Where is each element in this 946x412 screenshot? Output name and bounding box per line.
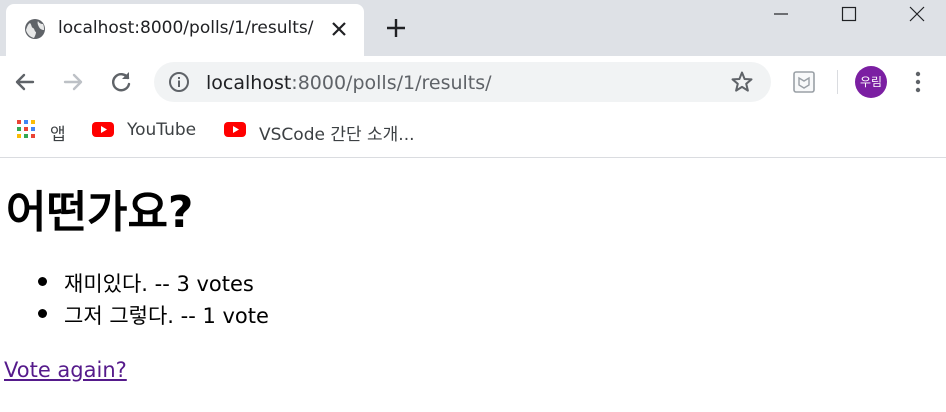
toolbar-divider bbox=[837, 70, 838, 94]
bookmark-star-icon[interactable] bbox=[730, 70, 754, 94]
site-info-icon[interactable] bbox=[168, 71, 190, 93]
browser-toolbar: localhost:8000/polls/1/results/ 우림 bbox=[0, 56, 946, 108]
bookmarks-bar: 앱 YouTube VSCode 간단 소개... bbox=[0, 108, 946, 158]
address-bar[interactable]: localhost:8000/polls/1/results/ bbox=[154, 62, 771, 102]
reload-icon[interactable] bbox=[108, 69, 134, 95]
youtube-icon bbox=[224, 119, 246, 143]
url-host: localhost bbox=[206, 72, 292, 94]
new-tab-plus-icon[interactable] bbox=[384, 16, 408, 40]
page-title: 어떤가요? bbox=[6, 187, 194, 238]
bookmark-label: YouTube bbox=[127, 120, 197, 140]
tab-strip: localhost:8000/polls/1/results/ bbox=[0, 0, 946, 56]
result-text: 재미있다. -- 3 votes bbox=[64, 272, 254, 296]
active-tab[interactable]: localhost:8000/polls/1/results/ bbox=[6, 4, 364, 56]
tab-title: localhost:8000/polls/1/results/ bbox=[58, 18, 314, 38]
result-text: 그저 그렇다. -- 1 vote bbox=[64, 304, 269, 328]
vote-again-link[interactable]: Vote again? bbox=[4, 358, 127, 382]
extension-icon[interactable] bbox=[792, 70, 816, 94]
bookmark-label: 앱 bbox=[50, 125, 66, 145]
bookmark-vscode-intro[interactable]: VSCode 간단 소개... bbox=[224, 118, 434, 145]
url-path: :8000/polls/1/results/ bbox=[291, 72, 492, 94]
window-close-button[interactable] bbox=[894, 0, 940, 30]
forward-arrow-icon[interactable] bbox=[60, 69, 86, 95]
apps-grid-icon bbox=[16, 119, 36, 143]
window-minimize-button[interactable] bbox=[758, 0, 804, 30]
page-content: 어떤가요? 재미있다. -- 3 votes 그저 그렇다. -- 1 vote… bbox=[0, 158, 946, 412]
youtube-icon bbox=[92, 119, 114, 143]
browser-window: localhost:8000/polls/1/results/ localhos… bbox=[0, 0, 946, 412]
bookmark-apps[interactable]: 앱 bbox=[16, 118, 76, 145]
bullet-icon bbox=[38, 277, 47, 286]
window-maximize-button[interactable] bbox=[826, 0, 872, 30]
profile-avatar[interactable]: 우림 bbox=[855, 66, 887, 98]
more-menu-icon[interactable] bbox=[906, 69, 930, 95]
bullet-icon bbox=[38, 309, 47, 318]
back-arrow-icon[interactable] bbox=[12, 69, 38, 95]
bookmark-youtube[interactable]: YouTube bbox=[92, 118, 212, 142]
bookmark-label: VSCode 간단 소개... bbox=[259, 125, 415, 145]
url-text[interactable]: localhost:8000/polls/1/results/ bbox=[206, 72, 492, 94]
globe-icon bbox=[24, 18, 46, 40]
tab-close-icon[interactable] bbox=[328, 18, 350, 40]
